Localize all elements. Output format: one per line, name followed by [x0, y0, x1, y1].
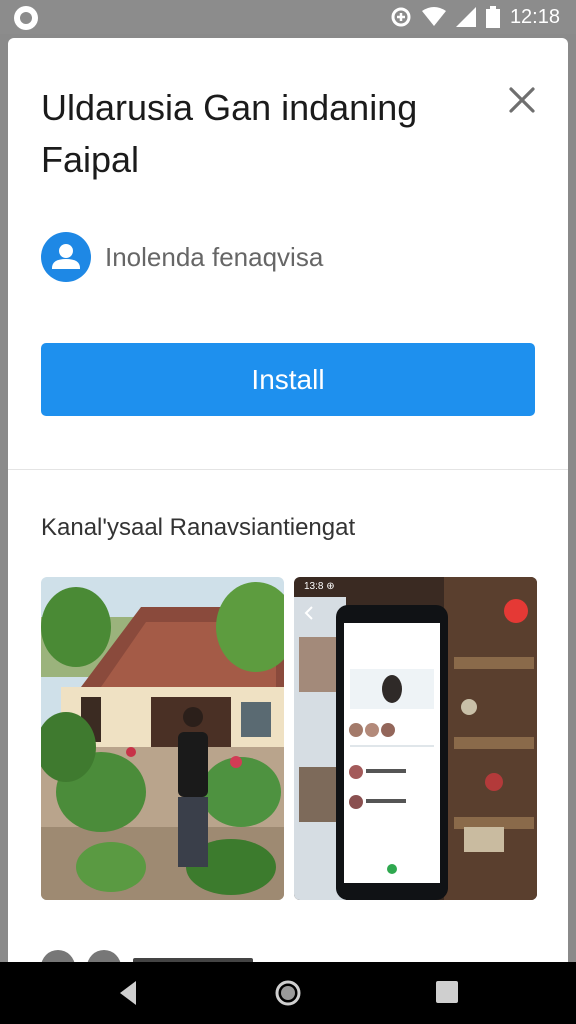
developer-name: Inolenda fenaqvisa	[105, 241, 324, 272]
developer-avatar-icon	[41, 232, 91, 282]
back-icon[interactable]	[114, 978, 142, 1008]
app-title: Uldarusia Gan indaning Faipal	[41, 87, 418, 180]
wifi-icon	[421, 7, 446, 26]
developer-row[interactable]: Inolenda fenaqvisa	[41, 232, 323, 282]
reviews-peek	[41, 950, 253, 962]
navigation-bar	[0, 962, 576, 1024]
data-saver-icon	[391, 7, 411, 27]
install-button[interactable]: Install	[41, 343, 535, 416]
signal-icon	[455, 7, 476, 27]
screenshot-house-garden[interactable]	[41, 577, 284, 900]
screenshot-app-phone[interactable]: 13:8 ⊕	[294, 577, 537, 900]
notification-icon	[14, 6, 38, 30]
review-avatar	[41, 950, 75, 962]
divider	[8, 469, 568, 470]
battery-icon	[485, 6, 500, 28]
home-icon[interactable]	[272, 978, 304, 1010]
install-sheet: Uldarusia Gan indaning Faipal Inolenda f…	[8, 38, 568, 962]
recents-icon[interactable]	[434, 978, 460, 1006]
review-avatar	[87, 950, 121, 962]
person-icon	[52, 244, 80, 269]
status-icons: 12:18	[390, 4, 560, 30]
status-time: 12:18	[509, 5, 560, 28]
screenshots-section-title: Kanal'ysaal Ranavsiantiengat	[41, 514, 356, 541]
close-icon[interactable]	[506, 84, 538, 116]
status-bar: 12:18	[0, 0, 576, 34]
overlay-time-label: 13:8 ⊕	[304, 581, 335, 592]
